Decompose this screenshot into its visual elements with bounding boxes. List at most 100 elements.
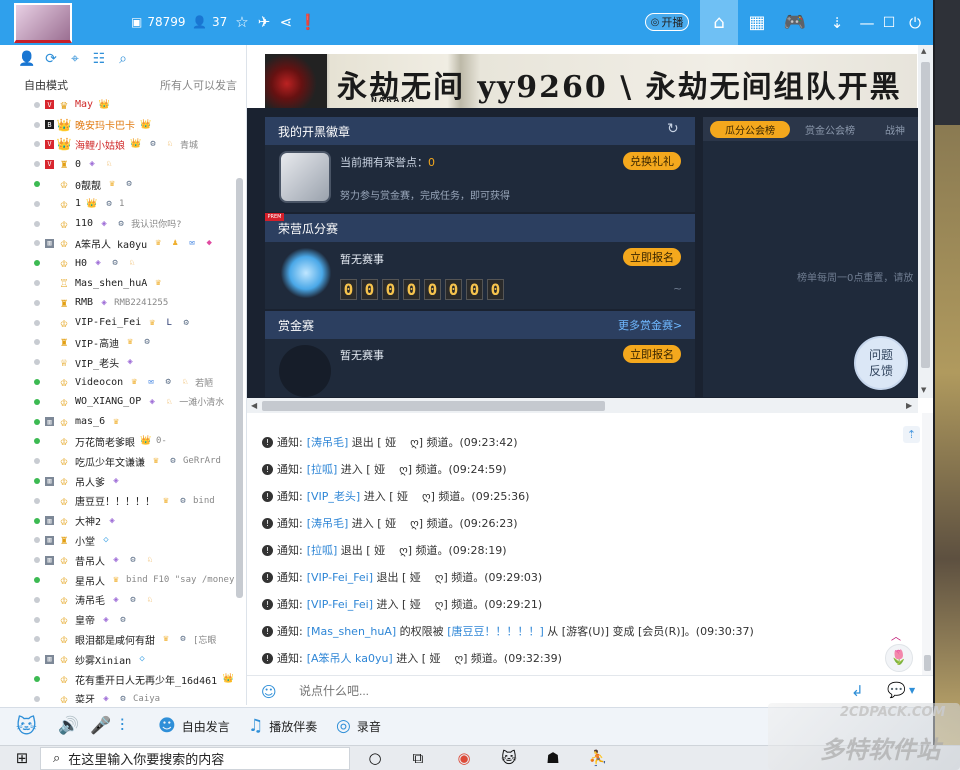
more-bounty-link[interactable]: 更多赏金赛> xyxy=(618,317,682,333)
info-icon[interactable]: ❗ xyxy=(297,11,319,33)
member-row[interactable]: ♔ 吃瓜少年文谦谦 ♛ ⚙ GeRrArd xyxy=(0,451,240,471)
record-button[interactable]: ◎ 录音 xyxy=(336,707,381,745)
go-live-button[interactable]: ◎ 开播 xyxy=(645,13,689,31)
notice-user-link[interactable]: [拉呱] xyxy=(307,542,338,558)
refresh-icon[interactable]: ⟳ xyxy=(42,50,60,68)
power-icon[interactable]: ⏻ xyxy=(896,0,933,45)
member-row[interactable]: ♔ 花有重开日人无再少年_16d461 👑 xyxy=(0,669,240,689)
notice-user-link[interactable]: [涛吊毛] xyxy=(307,515,349,531)
member-row[interactable]: ▥ ♔ 大神2 ◈ xyxy=(0,511,240,531)
channel-avatar[interactable] xyxy=(14,3,72,43)
task-view-icon[interactable]: ⧉ xyxy=(406,747,430,769)
member-row[interactable]: ♔ 唐豆豆！！！！！ ♛ ⚙ bind xyxy=(0,491,240,511)
member-row[interactable]: ♕ VIP_老头 ◈ xyxy=(0,352,240,372)
share-icon[interactable]: ⋖ xyxy=(275,11,297,33)
member-row[interactable]: ♔ Videocon ♛ ✉ ⚙ ♘ 若陋 xyxy=(0,372,240,392)
activity-hscroll-thumb[interactable] xyxy=(262,401,605,411)
member-row[interactable]: V ♛ May 👑 xyxy=(0,95,240,115)
member-row[interactable]: B 👑 晚安玛卡巴卡 👑 xyxy=(0,115,240,135)
notice-user-link[interactable]: [Mas_shen_huA] xyxy=(307,625,396,638)
send-icon[interactable]: ↲ xyxy=(851,682,864,700)
member-row[interactable]: ♔ 1 👑 ⚙ 1 xyxy=(0,194,240,214)
member-row[interactable]: ♖ Mas_shen_huA ♛ xyxy=(0,273,240,293)
exchange-gift-button[interactable]: 兑换礼礼 xyxy=(623,152,681,170)
add-user-icon[interactable]: 👤 xyxy=(18,50,36,68)
notice-user-link[interactable]: [A笨吊人 ka0yu] xyxy=(307,650,393,666)
scroll-right-arrow-icon[interactable]: ▶ xyxy=(906,401,912,410)
microphone-icon[interactable]: 🎤 xyxy=(90,707,111,745)
scroll-top-icon[interactable]: ⇡ xyxy=(903,426,920,443)
scroll-left-arrow-icon[interactable]: ◀ xyxy=(251,401,257,410)
star-icon[interactable]: ☆ xyxy=(231,11,253,33)
scroll-up-arrow-icon[interactable]: ▲ xyxy=(921,47,926,55)
member-row[interactable]: ♔ 涛吊毛 ◈ ⚙ ♘ xyxy=(0,590,240,610)
chat-scroll-thumb[interactable] xyxy=(924,655,931,671)
member-row[interactable]: ♔ 0靓靓 ♛ ⚙ xyxy=(0,174,240,194)
tab-war-god-rank[interactable]: 战神 xyxy=(885,121,919,138)
member-row[interactable]: ♔ 星吊人 ♛ bind F10 "say /money xyxy=(0,570,240,590)
member-row[interactable]: ♜ VIP-高迪 ♛ ⚙ xyxy=(0,333,240,353)
yy-app-icon[interactable]: 🐱 xyxy=(497,747,521,769)
home-icon[interactable]: ⌂ xyxy=(700,0,738,45)
feedback-button[interactable]: 问题 反馈 xyxy=(854,336,908,390)
flower-gift-icon[interactable]: 🌷 xyxy=(885,644,913,672)
chevron-down-icon[interactable]: ▼ xyxy=(909,686,915,695)
member-row[interactable]: ♔ 菜牙 ◈ ⚙ Caiya xyxy=(0,689,240,703)
member-row[interactable]: ▥ ♔ A笨吊人 ka0yu ♛ ♟ ✉ ◆ xyxy=(0,234,240,254)
chrome-icon[interactable]: ◉ xyxy=(452,747,476,769)
member-row[interactable]: ▥ ♔ 昔吊人 ◈ ⚙ ♘ xyxy=(0,550,240,570)
member-row[interactable]: ▥ ♜ 小堂 ◇ xyxy=(0,531,240,551)
mixer-icon[interactable]: ⫶ xyxy=(120,707,124,745)
tab-bounty-guild-rank[interactable]: 赏金公会榜 xyxy=(795,121,865,138)
member-row[interactable]: V ♜ 0 ◈ ♘ xyxy=(0,154,240,174)
member-row[interactable]: ♔ WO_XIANG_OP ◈ ♘ 一滩小清水 xyxy=(0,392,240,412)
member-row[interactable]: ♔ H0 ◈ ⚙ ♘ xyxy=(0,253,240,273)
counter-strike-icon[interactable]: ⛹ xyxy=(586,747,610,769)
member-row[interactable]: ▥ ♔ mas_6 ♛ xyxy=(0,412,240,432)
grid-icon[interactable]: ▦ xyxy=(738,0,776,45)
location-icon[interactable]: ⌖ xyxy=(66,50,84,68)
chat-bubble-icon[interactable]: 💬 xyxy=(887,681,906,699)
member-row[interactable]: ♔ 皇帝 ◈ ⚙ xyxy=(0,610,240,630)
windows-start-icon[interactable]: ⊞ xyxy=(10,747,34,769)
member-row[interactable]: ♔ 万花筒老爹眼 👑 0- xyxy=(0,432,240,452)
member-signature: Caiya xyxy=(133,693,161,703)
notice-user-link[interactable]: [VIP_老头] xyxy=(307,488,361,504)
member-row[interactable]: ▥ ♔ 纱雾Xinian ◇ xyxy=(0,649,240,669)
member-row[interactable]: ♜ RMB ◈ RMB2241255 xyxy=(0,293,240,313)
bounty-signup-button[interactable]: 立即报名 xyxy=(623,345,681,363)
chat-input[interactable] xyxy=(299,684,819,698)
member-row[interactable]: ♔ 110 ◈ ⚙ 我认识你吗? xyxy=(0,214,240,234)
notice-user-link[interactable]: [唐豆豆！！！！！] xyxy=(447,623,544,639)
refresh-icon[interactable]: ↻ xyxy=(667,121,679,137)
melon-signup-button[interactable]: 立即报名 xyxy=(623,248,681,266)
activity-vscroll-thumb[interactable] xyxy=(921,62,930,368)
gamepad-icon[interactable]: 🎮 xyxy=(776,0,814,45)
member-row[interactable]: ♔ VIP-Fei_Fei ♛ L ⚙ xyxy=(0,313,240,333)
channel-banner[interactable]: 永劫无间 yy9260 \ 永劫无间组队开黑 NARAKA xyxy=(265,54,917,108)
cortana-icon[interactable]: ○ xyxy=(363,747,387,769)
chat-scrollbar[interactable] xyxy=(922,413,933,675)
notice-user-link[interactable]: [VIP-Fei_Fei] xyxy=(307,571,373,584)
game-app-icon[interactable]: ☗ xyxy=(541,747,565,769)
notice-user-link[interactable]: [涛吊毛] xyxy=(307,434,349,450)
plane-icon[interactable]: ✈ xyxy=(253,11,275,33)
notice-user-link[interactable]: [VIP-Fei_Fei] xyxy=(307,598,373,611)
member-list-scrollbar[interactable] xyxy=(236,178,243,598)
member-row[interactable]: ♔ 眼泪都是咸何有甜 ♛ ⚙ [忘眼 xyxy=(0,630,240,650)
tab-melon-guild-rank[interactable]: 瓜分公会榜 xyxy=(710,121,790,138)
play-accompaniment-button[interactable]: ♫ 播放伴奏 xyxy=(248,707,317,745)
scroll-down-arrow-icon[interactable]: ▼ xyxy=(921,386,926,394)
music-note-icon: ♫ xyxy=(248,716,264,736)
list-icon[interactable]: ☷ xyxy=(90,50,108,68)
member-name: 星吊人 xyxy=(75,576,105,588)
member-row[interactable]: ▥ ♔ 吊人爹 ◈ xyxy=(0,471,240,491)
emoji-icon[interactable]: ☺ xyxy=(261,683,277,701)
speaker-icon[interactable]: 🔊 xyxy=(58,707,79,745)
member-row[interactable]: V 👑 海鲤小姑娘 👑 ⚙ ♘ 青城 xyxy=(0,135,240,155)
mascot-icon[interactable]: 🐱 xyxy=(16,707,37,745)
search-icon[interactable]: ⌕ xyxy=(114,50,132,68)
notice-user-link[interactable]: [拉呱] xyxy=(307,461,338,477)
free-speak-button[interactable]: ☻ 自由发言 xyxy=(158,707,230,745)
taskbar-search-box[interactable]: ⌕ 在这里输入你要搜索的内容 xyxy=(40,747,350,770)
